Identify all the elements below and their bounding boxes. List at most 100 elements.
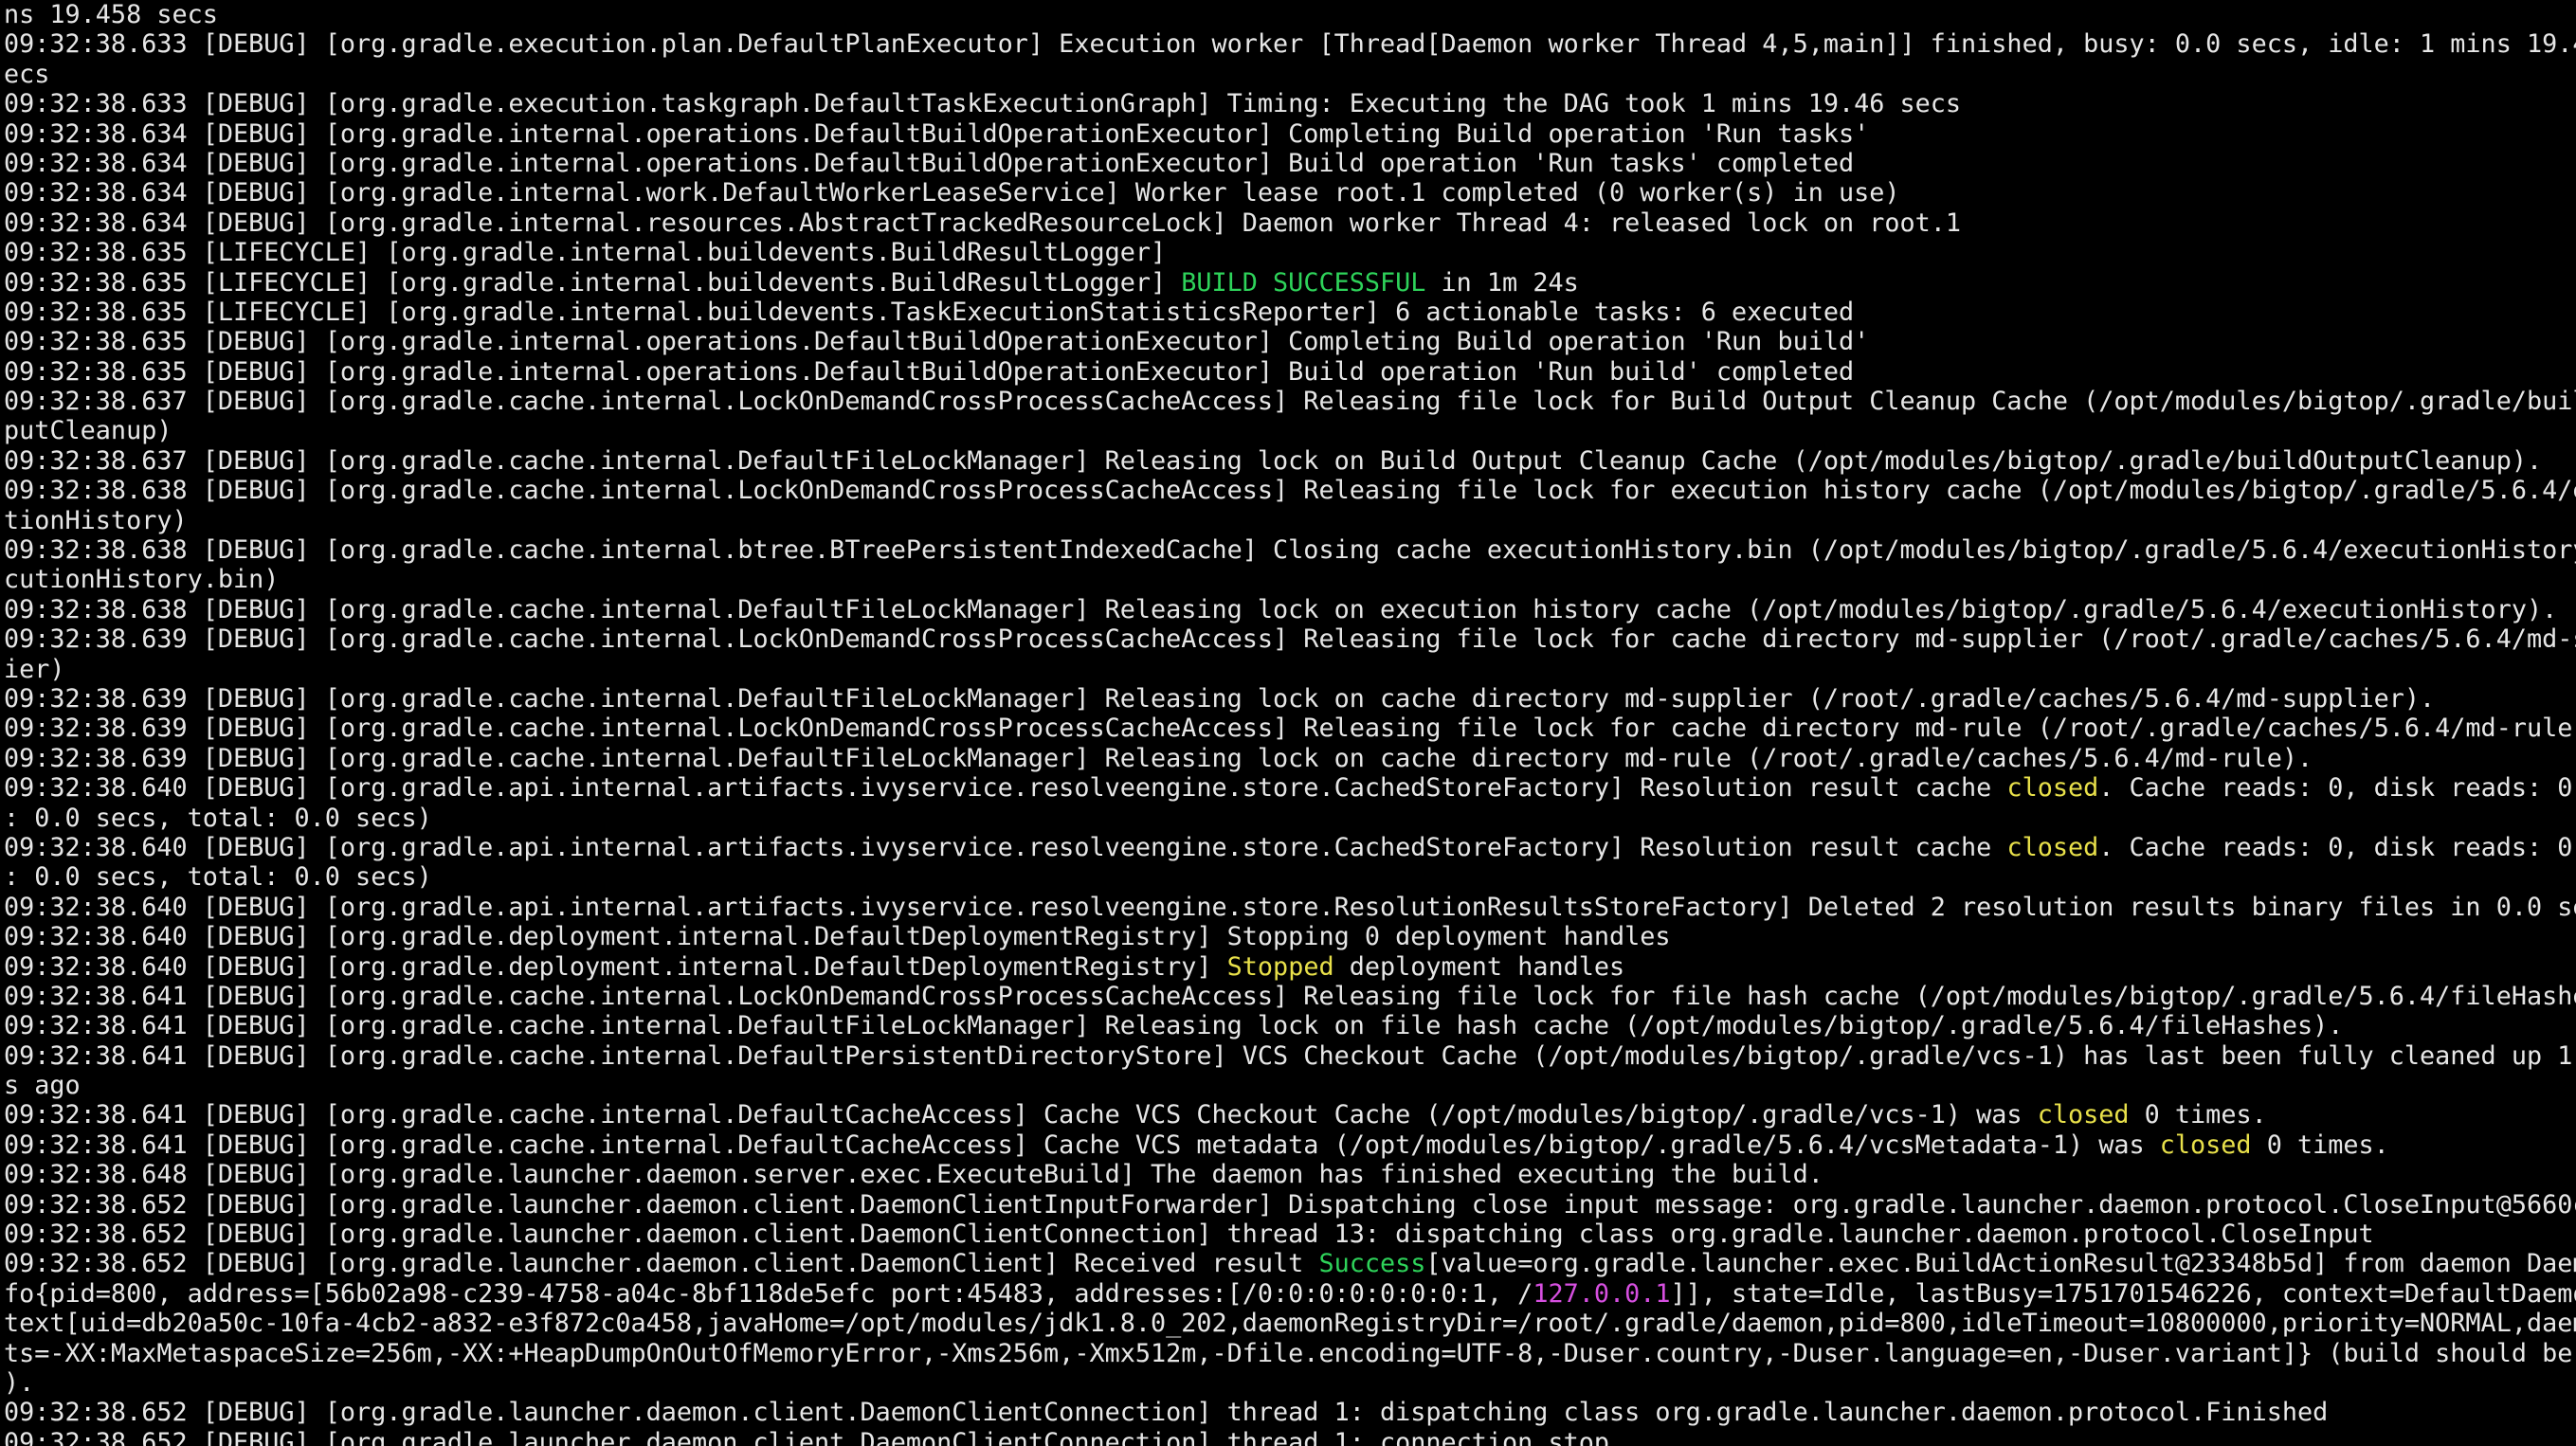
log-text: 09:32:38.634 [DEBUG] [org.gradle.interna…	[4, 118, 1870, 149]
log-text: 09:32:38.639 [DEBUG] [org.gradle.cache.i…	[4, 714, 2576, 744]
log-text: ]], state=Idle, lastBusy=1751701546226, …	[1670, 1278, 2576, 1309]
log-line: 09:32:38.641 [DEBUG] [org.gradle.cache.i…	[4, 1130, 2576, 1160]
log-line: 09:32:38.640 [DEBUG] [org.gradle.api.int…	[4, 893, 2576, 922]
log-text: 09:32:38.641 [DEBUG] [org.gradle.cache.i…	[4, 1011, 2344, 1041]
log-line: 09:32:38.640 [DEBUG] [org.gradle.deploym…	[4, 952, 2576, 982]
log-text: 09:32:38.652 [DEBUG] [org.gradle.launche…	[4, 1427, 1609, 1446]
highlighted-text: Success	[1318, 1249, 1426, 1279]
highlighted-text: Stopped	[1226, 951, 1334, 982]
log-text: s ago	[4, 1071, 81, 1101]
log-line: 09:32:38.652 [DEBUG] [org.gradle.launche…	[4, 1428, 2576, 1446]
log-text: putCleanup)	[4, 416, 172, 446]
log-line: 09:32:38.633 [DEBUG] [org.gradle.executi…	[4, 29, 2576, 59]
log-text: deployment handles	[1333, 951, 1625, 982]
log-line: ier)	[4, 655, 2576, 684]
log-text: 09:32:38.638 [DEBUG] [org.gradle.cache.i…	[4, 594, 2558, 624]
log-text: 09:32:38.635 [LIFECYCLE] [org.gradle.int…	[4, 297, 1855, 327]
log-text: 09:32:38.634 [DEBUG] [org.gradle.interna…	[4, 208, 1962, 238]
log-text: 09:32:38.638 [DEBUG] [org.gradle.cache.i…	[4, 535, 2576, 566]
log-text: ts=-XX:MaxMetaspaceSize=256m,-XX:+HeapDu…	[4, 1338, 2576, 1368]
log-line: 09:32:38.633 [DEBUG] [org.gradle.executi…	[4, 89, 2576, 118]
log-text: 09:32:38.634 [DEBUG] [org.gradle.interna…	[4, 148, 1855, 178]
log-text: 09:32:38.652 [DEBUG] [org.gradle.launche…	[4, 1220, 2374, 1250]
log-text: in 1m 24s	[1425, 267, 1579, 298]
log-text: fo{pid=800, address=[56b02a98-c239-4758-…	[4, 1278, 1533, 1309]
log-line: 09:32:38.640 [DEBUG] [org.gradle.api.int…	[4, 833, 2576, 862]
log-line: 09:32:38.639 [DEBUG] [org.gradle.cache.i…	[4, 714, 2576, 743]
log-line: s ago	[4, 1071, 2576, 1100]
terminal-output[interactable]: ns 19.458 secs 09:32:38.633 [DEBUG] [org.…	[0, 0, 2576, 1446]
log-line: 09:32:38.635 [LIFECYCLE] [org.gradle.int…	[4, 238, 2576, 267]
log-text: ecs	[4, 59, 50, 89]
log-text: 09:32:38.637 [DEBUG] [org.gradle.cache.i…	[4, 387, 2576, 417]
log-line: 09:32:38.641 [DEBUG] [org.gradle.cache.i…	[4, 1041, 2576, 1071]
log-text: 0 times.	[2129, 1100, 2267, 1130]
log-line: 09:32:38.652 [DEBUG] [org.gradle.launche…	[4, 1190, 2576, 1220]
highlighted-text: closed	[2006, 773, 2099, 804]
highlighted-text: 127.0.0.1	[1533, 1278, 1671, 1309]
log-text: 09:32:38.640 [DEBUG] [org.gradle.api.int…	[4, 892, 2576, 922]
log-text: [value=org.gradle.launcher.exec.BuildAct…	[1425, 1249, 2576, 1279]
log-text: 09:32:38.640 [DEBUG] [org.gradle.api.int…	[4, 773, 2007, 804]
log-text: 09:32:38.640 [DEBUG] [org.gradle.deploym…	[4, 922, 1671, 952]
log-line: 09:32:38.641 [DEBUG] [org.gradle.cache.i…	[4, 982, 2576, 1011]
log-line: 09:32:38.641 [DEBUG] [org.gradle.cache.i…	[4, 1100, 2576, 1130]
log-text: : 0.0 secs, total: 0.0 secs)	[4, 803, 432, 833]
log-line: 09:32:38.652 [DEBUG] [org.gradle.launche…	[4, 1220, 2576, 1249]
log-line: 09:32:38.638 [DEBUG] [org.gradle.cache.i…	[4, 595, 2576, 624]
log-line: putCleanup)	[4, 416, 2576, 445]
log-line: : 0.0 secs, total: 0.0 secs)	[4, 804, 2576, 833]
log-text: text[uid=db20a50c-10fa-4cb2-a832-e3f872c…	[4, 1309, 2576, 1339]
log-line: tionHistory)	[4, 506, 2576, 535]
log-text: 09:32:38.652 [DEBUG] [org.gradle.launche…	[4, 1249, 1319, 1279]
log-line: ns 19.458 secs	[4, 0, 2576, 29]
log-text: 09:32:38.637 [DEBUG] [org.gradle.cache.i…	[4, 445, 2543, 476]
log-line: 09:32:38.634 [DEBUG] [org.gradle.interna…	[4, 119, 2576, 149]
log-line: 09:32:38.638 [DEBUG] [org.gradle.cache.i…	[4, 535, 2576, 565]
log-text: 09:32:38.652 [DEBUG] [org.gradle.launche…	[4, 1189, 2576, 1220]
log-line: 09:32:38.634 [DEBUG] [org.gradle.interna…	[4, 178, 2576, 208]
highlighted-text: closed	[2159, 1130, 2252, 1160]
log-text: 09:32:38.639 [DEBUG] [org.gradle.cache.i…	[4, 624, 2576, 655]
highlighted-text: closed	[2037, 1100, 2130, 1130]
log-line: ts=-XX:MaxMetaspaceSize=256m,-XX:+HeapDu…	[4, 1339, 2576, 1368]
log-line: 09:32:38.648 [DEBUG] [org.gradle.launche…	[4, 1160, 2576, 1189]
log-text: . Cache reads: 0, disk reads: 0 (avg	[2098, 832, 2573, 862]
log-line: 09:32:38.635 [DEBUG] [org.gradle.interna…	[4, 327, 2576, 356]
log-text: 09:32:38.640 [DEBUG] [org.gradle.deploym…	[4, 951, 1227, 982]
log-line: 09:32:38.652 [DEBUG] [org.gradle.launche…	[4, 1398, 2576, 1427]
log-text: 09:32:38.639 [DEBUG] [org.gradle.cache.i…	[4, 683, 2436, 714]
log-text: ).	[4, 1367, 35, 1398]
log-line: 09:32:38.652 [DEBUG] [org.gradle.launche…	[4, 1249, 2576, 1278]
log-line: 09:32:38.635 [DEBUG] [org.gradle.interna…	[4, 357, 2576, 387]
log-text: 09:32:38.634 [DEBUG] [org.gradle.interna…	[4, 178, 1900, 208]
log-line: : 0.0 secs, total: 0.0 secs)	[4, 862, 2576, 892]
log-text: tionHistory)	[4, 505, 188, 535]
highlighted-text: closed	[2006, 832, 2099, 862]
log-text: . Cache reads: 0, disk reads: 0 (avg	[2098, 773, 2573, 804]
log-text: 09:32:38.648 [DEBUG] [org.gradle.launche…	[4, 1160, 1823, 1190]
log-line: 09:32:38.640 [DEBUG] [org.gradle.api.int…	[4, 773, 2576, 803]
log-text: 09:32:38.641 [DEBUG] [org.gradle.cache.i…	[4, 981, 2576, 1011]
log-line: 09:32:38.641 [DEBUG] [org.gradle.cache.i…	[4, 1011, 2576, 1040]
log-text: 0 times.	[2251, 1130, 2389, 1160]
log-text: ier)	[4, 654, 65, 684]
log-line: 09:32:38.634 [DEBUG] [org.gradle.interna…	[4, 208, 2576, 238]
log-text: 09:32:38.640 [DEBUG] [org.gradle.api.int…	[4, 832, 2007, 862]
log-text: : 0.0 secs, total: 0.0 secs)	[4, 862, 432, 893]
log-line: 09:32:38.639 [DEBUG] [org.gradle.cache.i…	[4, 624, 2576, 654]
log-line: 09:32:38.638 [DEBUG] [org.gradle.cache.i…	[4, 476, 2576, 505]
log-text: cutionHistory.bin)	[4, 565, 280, 595]
log-line: 09:32:38.637 [DEBUG] [org.gradle.cache.i…	[4, 387, 2576, 416]
log-text: 09:32:38.635 [DEBUG] [org.gradle.interna…	[4, 327, 1870, 357]
log-line: cutionHistory.bin)	[4, 565, 2576, 594]
log-line: 09:32:38.635 [LIFECYCLE] [org.gradle.int…	[4, 298, 2576, 327]
log-text: 09:32:38.641 [DEBUG] [org.gradle.cache.i…	[4, 1100, 2038, 1130]
log-text: 09:32:38.641 [DEBUG] [org.gradle.cache.i…	[4, 1040, 2576, 1071]
log-line: 09:32:38.639 [DEBUG] [org.gradle.cache.i…	[4, 744, 2576, 773]
log-line: 09:32:38.635 [LIFECYCLE] [org.gradle.int…	[4, 268, 2576, 298]
log-line: ecs	[4, 60, 2576, 89]
log-line: fo{pid=800, address=[56b02a98-c239-4758-…	[4, 1279, 2576, 1309]
log-line: 09:32:38.639 [DEBUG] [org.gradle.cache.i…	[4, 684, 2576, 714]
log-line: 09:32:38.640 [DEBUG] [org.gradle.deploym…	[4, 922, 2576, 951]
